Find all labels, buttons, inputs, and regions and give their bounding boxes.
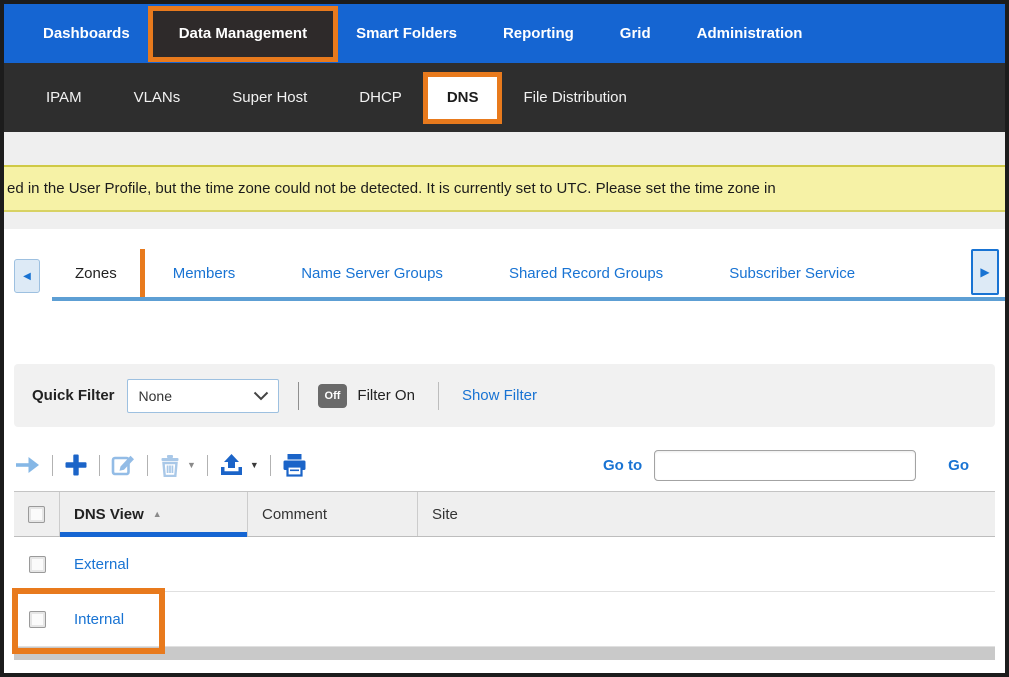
delete-dropdown-caret-icon[interactable]: ▼ bbox=[187, 460, 196, 470]
timezone-warning-text: ed in the User Profile, but the time zon… bbox=[7, 180, 776, 197]
tab-name-server-groups[interactable]: Name Server Groups bbox=[268, 249, 476, 297]
top-nav-bar: Dashboards Data Management Smart Folders… bbox=[4, 4, 1005, 63]
filter-toggle-button[interactable]: Off bbox=[318, 384, 348, 408]
export-dropdown-caret-icon[interactable]: ▼ bbox=[250, 460, 259, 470]
site-column-label: Site bbox=[432, 506, 458, 523]
right-triangle-icon: ▶ bbox=[980, 265, 989, 279]
header-cell-checkbox bbox=[14, 492, 60, 536]
header-cell-site[interactable]: Site bbox=[418, 492, 995, 536]
divider bbox=[99, 455, 100, 476]
nav-grid[interactable]: Grid bbox=[597, 4, 674, 63]
tab-subscriber-service[interactable]: Subscriber Service bbox=[696, 249, 888, 297]
sort-ascending-icon: ▲ bbox=[153, 509, 162, 519]
row-checkbox[interactable] bbox=[29, 556, 46, 573]
tab-shared-record-groups[interactable]: Shared Record Groups bbox=[476, 249, 696, 297]
export-upload-icon[interactable] bbox=[219, 453, 244, 477]
divider bbox=[147, 455, 148, 476]
subnav-vlans[interactable]: VLANs bbox=[108, 63, 207, 132]
app-window: Dashboards Data Management Smart Folders… bbox=[0, 0, 1009, 677]
divider bbox=[52, 455, 53, 476]
delete-trash-icon[interactable] bbox=[159, 454, 181, 477]
go-button[interactable]: Go bbox=[948, 457, 969, 474]
quick-filter-bar: Quick Filter None Off Filter On Show Fil… bbox=[14, 364, 995, 427]
nav-smart-folders[interactable]: Smart Folders bbox=[333, 4, 480, 63]
header-cell-dns-view[interactable]: DNS View ▲ bbox=[60, 492, 248, 536]
tab-scroll-left-button[interactable]: ◀ bbox=[14, 259, 40, 293]
divider bbox=[270, 455, 271, 476]
spacer bbox=[4, 132, 1005, 165]
select-all-checkbox[interactable] bbox=[28, 506, 45, 523]
spacer bbox=[4, 212, 1005, 229]
subnav-ipam[interactable]: IPAM bbox=[20, 63, 108, 132]
sub-nav-bar: IPAM VLANs Super Host DHCP DNS File Dist… bbox=[4, 63, 1005, 132]
row-checkbox[interactable] bbox=[29, 611, 46, 628]
quick-filter-label: Quick Filter bbox=[32, 387, 115, 404]
nav-data-management[interactable]: Data Management bbox=[153, 11, 333, 57]
subnav-dns[interactable]: DNS bbox=[428, 77, 498, 119]
nav-reporting[interactable]: Reporting bbox=[480, 4, 597, 63]
edit-icon[interactable] bbox=[111, 453, 136, 477]
forward-arrow-icon[interactable] bbox=[14, 454, 41, 476]
divider bbox=[298, 382, 299, 410]
quick-filter-select[interactable]: None bbox=[127, 379, 279, 413]
goto-label: Go to bbox=[603, 457, 642, 474]
tab-scroll-right-button[interactable]: ▶ bbox=[971, 249, 999, 295]
comment-column-label: Comment bbox=[262, 506, 327, 523]
print-icon[interactable] bbox=[282, 453, 307, 477]
add-icon[interactable] bbox=[64, 453, 88, 477]
divider bbox=[207, 455, 208, 476]
dns-view-link-internal[interactable]: Internal bbox=[60, 611, 124, 628]
left-triangle-icon: ◀ bbox=[23, 271, 31, 282]
nav-dashboards[interactable]: Dashboards bbox=[20, 4, 153, 63]
quick-filter-selected-value: None bbox=[139, 388, 172, 404]
tab-zones[interactable]: Zones bbox=[52, 249, 140, 301]
horizontal-scrollbar[interactable] bbox=[14, 647, 995, 660]
row-checkbox-cell bbox=[14, 556, 60, 573]
dns-view-link-external[interactable]: External bbox=[60, 556, 129, 573]
chevron-down-icon bbox=[253, 391, 269, 401]
spacer bbox=[4, 301, 1005, 364]
row-checkbox-cell bbox=[14, 611, 60, 628]
show-filter-link[interactable]: Show Filter bbox=[462, 387, 537, 404]
dns-tab-bar: ◀ Zones Members Name Server Groups Share… bbox=[14, 248, 1005, 301]
dns-view-column-label: DNS View bbox=[74, 506, 144, 523]
divider bbox=[438, 382, 439, 410]
tabs-strip: Zones Members Name Server Groups Shared … bbox=[52, 249, 1005, 301]
goto-input[interactable] bbox=[654, 450, 916, 481]
spacer bbox=[4, 427, 1005, 439]
table-row-external[interactable]: External bbox=[14, 537, 995, 592]
timezone-warning-banner: ed in the User Profile, but the time zon… bbox=[4, 165, 1005, 212]
goto-group: Go to Go bbox=[603, 450, 995, 481]
tab-members[interactable]: Members bbox=[140, 249, 269, 297]
subnav-super-host[interactable]: Super Host bbox=[206, 63, 333, 132]
dns-views-table: DNS View ▲ Comment Site External Interna… bbox=[14, 491, 995, 647]
spacer bbox=[4, 229, 1005, 248]
subnav-dhcp[interactable]: DHCP bbox=[333, 63, 428, 132]
nav-administration[interactable]: Administration bbox=[674, 4, 826, 63]
header-cell-comment[interactable]: Comment bbox=[248, 492, 418, 536]
filter-on-label: Filter On bbox=[357, 387, 415, 404]
grid-toolbar: ▼ ▼ Go to Go bbox=[14, 439, 995, 491]
table-row-internal[interactable]: Internal bbox=[14, 592, 995, 647]
table-header-row: DNS View ▲ Comment Site bbox=[14, 491, 995, 537]
subnav-file-distribution[interactable]: File Distribution bbox=[497, 63, 652, 132]
